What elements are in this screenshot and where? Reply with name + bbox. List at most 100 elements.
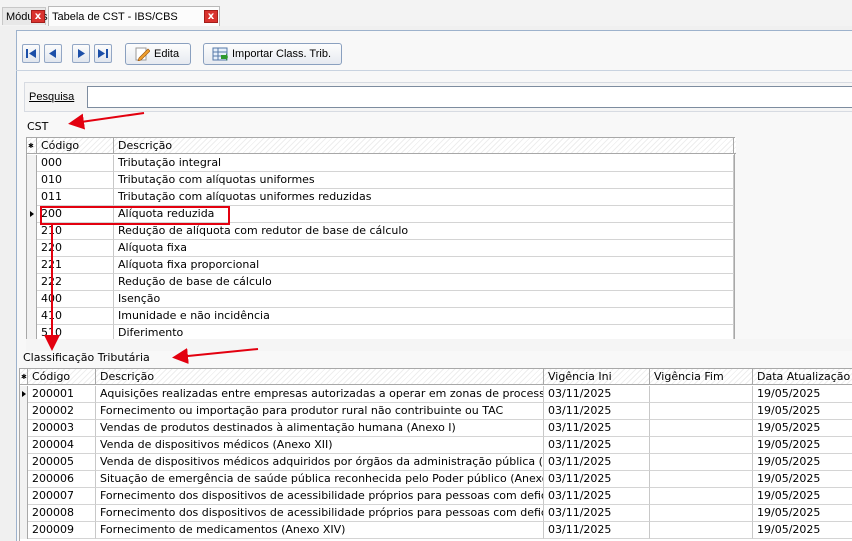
vigencia-fim-cell[interactable] xyxy=(650,437,753,454)
row-indicator[interactable] xyxy=(20,522,28,539)
row-indicator[interactable] xyxy=(27,189,37,206)
row-indicator[interactable] xyxy=(20,471,28,488)
row-indicator[interactable] xyxy=(27,308,37,325)
row-indicator[interactable] xyxy=(27,274,37,291)
cst-code-cell[interactable]: 210 xyxy=(37,223,114,240)
row-indicator[interactable] xyxy=(27,257,37,274)
column-header[interactable]: Código xyxy=(28,369,96,385)
row-indicator[interactable] xyxy=(27,291,37,308)
vigencia-ini-cell[interactable]: 03/11/2025 xyxy=(544,505,650,522)
vigencia-fim-cell[interactable] xyxy=(650,471,753,488)
prior-record-button[interactable] xyxy=(44,44,62,63)
class-desc-cell[interactable]: Fornecimento dos dispositivos de acessib… xyxy=(96,488,544,505)
data-atualizacao-cell[interactable]: 19/05/2025 xyxy=(753,488,852,505)
row-indicator[interactable] xyxy=(27,223,37,240)
class-desc-cell[interactable]: Fornecimento ou importação para produtor… xyxy=(96,403,544,420)
column-header[interactable]: Descrição xyxy=(96,369,544,385)
row-indicator[interactable] xyxy=(20,403,28,420)
cst-code-cell[interactable]: 221 xyxy=(37,257,114,274)
row-indicator[interactable] xyxy=(27,155,37,172)
cst-code-cell[interactable]: 011 xyxy=(37,189,114,206)
search-input[interactable] xyxy=(87,86,852,108)
vigencia-fim-cell[interactable] xyxy=(650,403,753,420)
data-atualizacao-cell[interactable]: 19/05/2025 xyxy=(753,403,852,420)
vigencia-ini-cell[interactable]: 03/11/2025 xyxy=(544,386,650,403)
class-desc-cell[interactable]: Venda de dispositivos médicos (Anexo XII… xyxy=(96,437,544,454)
tab-label: Tabela de CST - IBS/CBS xyxy=(52,10,178,23)
data-atualizacao-cell[interactable]: 19/05/2025 xyxy=(753,454,852,471)
vigencia-ini-cell[interactable]: 03/11/2025 xyxy=(544,420,650,437)
first-record-button[interactable] xyxy=(22,44,40,63)
vigencia-ini-cell[interactable]: 03/11/2025 xyxy=(544,403,650,420)
row-indicator[interactable] xyxy=(20,505,28,522)
cst-desc-cell[interactable]: Alíquota fixa proporcional xyxy=(114,257,734,274)
cst-code-cell[interactable]: 000 xyxy=(37,155,114,172)
vigencia-fim-cell[interactable] xyxy=(650,420,753,437)
vigencia-fim-cell[interactable] xyxy=(650,505,753,522)
data-atualizacao-cell[interactable]: 19/05/2025 xyxy=(753,437,852,454)
cst-desc-cell[interactable]: Tributação integral xyxy=(114,155,734,172)
data-atualizacao-cell[interactable]: 19/05/2025 xyxy=(753,505,852,522)
column-header[interactable]: Data Atualização xyxy=(753,369,852,385)
vigencia-ini-cell[interactable]: 03/11/2025 xyxy=(544,454,650,471)
close-icon[interactable]: x xyxy=(204,10,218,23)
column-header[interactable]: Vigência Fim xyxy=(650,369,753,385)
class-code-cell[interactable]: 200004 xyxy=(28,437,96,454)
data-atualizacao-cell[interactable]: 19/05/2025 xyxy=(753,522,852,539)
cst-desc-cell[interactable]: Isenção xyxy=(114,291,734,308)
class-code-cell[interactable]: 200006 xyxy=(28,471,96,488)
column-header[interactable]: Vigência Ini xyxy=(544,369,650,385)
class-code-cell[interactable]: 200007 xyxy=(28,488,96,505)
class-code-cell[interactable]: 200008 xyxy=(28,505,96,522)
data-atualizacao-cell[interactable]: 19/05/2025 xyxy=(753,420,852,437)
vigencia-fim-cell[interactable] xyxy=(650,522,753,539)
close-icon[interactable]: x xyxy=(31,10,45,23)
tab-tabela-cst[interactable]: Tabela de CST - IBS/CBS x xyxy=(48,6,220,26)
class-desc-cell[interactable]: Fornecimento dos dispositivos de acessib… xyxy=(96,505,544,522)
row-indicator[interactable] xyxy=(20,437,28,454)
next-record-button[interactable] xyxy=(72,44,90,63)
row-indicator[interactable] xyxy=(20,488,28,505)
cst-desc-cell[interactable]: Imunidade e não incidência xyxy=(114,308,734,325)
data-atualizacao-cell[interactable]: 19/05/2025 xyxy=(753,386,852,403)
row-indicator[interactable] xyxy=(20,420,28,437)
tab-modulos[interactable]: Módulos x xyxy=(2,7,48,25)
class-code-cell[interactable]: 200001 xyxy=(28,386,96,403)
vigencia-fim-cell[interactable] xyxy=(650,488,753,505)
cst-code-cell[interactable]: 410 xyxy=(37,308,114,325)
class-desc-cell[interactable]: Vendas de produtos destinados à alimenta… xyxy=(96,420,544,437)
vigencia-ini-cell[interactable]: 03/11/2025 xyxy=(544,437,650,454)
cst-code-cell[interactable]: 220 xyxy=(37,240,114,257)
highlight-box xyxy=(40,206,230,225)
class-code-cell[interactable]: 200009 xyxy=(28,522,96,539)
import-class-trib-button[interactable]: Importar Class. Trib. xyxy=(203,43,342,65)
last-record-button[interactable] xyxy=(94,44,112,63)
cst-desc-cell[interactable]: Tributação com alíquotas uniformes xyxy=(114,172,734,189)
row-indicator[interactable] xyxy=(27,240,37,257)
cst-desc-cell[interactable]: Tributação com alíquotas uniformes reduz… xyxy=(114,189,734,206)
cst-code-cell[interactable]: 400 xyxy=(37,291,114,308)
cst-code-cell[interactable]: 222 xyxy=(37,274,114,291)
cst-code-cell[interactable]: 010 xyxy=(37,172,114,189)
vigencia-ini-cell[interactable]: 03/11/2025 xyxy=(544,488,650,505)
vigencia-fim-cell[interactable] xyxy=(650,454,753,471)
data-atualizacao-cell[interactable]: 19/05/2025 xyxy=(753,471,852,488)
class-desc-cell[interactable]: Situação de emergência de saúde pública … xyxy=(96,471,544,488)
class-code-cell[interactable]: 200005 xyxy=(28,454,96,471)
column-header[interactable]: Código xyxy=(37,138,114,154)
vigencia-fim-cell[interactable] xyxy=(650,386,753,403)
vigencia-ini-cell[interactable]: 03/11/2025 xyxy=(544,522,650,539)
class-code-cell[interactable]: 200003 xyxy=(28,420,96,437)
edit-button[interactable]: Edita xyxy=(125,43,191,65)
class-code-cell[interactable]: 200002 xyxy=(28,403,96,420)
vigencia-ini-cell[interactable]: 03/11/2025 xyxy=(544,471,650,488)
class-desc-cell[interactable]: Aquisições realizadas entre empresas aut… xyxy=(96,386,544,403)
class-desc-cell[interactable]: Venda de dispositivos médicos adquiridos… xyxy=(96,454,544,471)
row-indicator[interactable] xyxy=(27,172,37,189)
row-indicator[interactable] xyxy=(20,454,28,471)
column-header[interactable]: Descrição xyxy=(114,138,734,154)
cst-desc-cell[interactable]: Redução de base de cálculo xyxy=(114,274,734,291)
class-desc-cell[interactable]: Fornecimento de medicamentos (Anexo XIV) xyxy=(96,522,544,539)
cst-desc-cell[interactable]: Redução de alíquota com redutor de base … xyxy=(114,223,734,240)
cst-desc-cell[interactable]: Alíquota fixa xyxy=(114,240,734,257)
